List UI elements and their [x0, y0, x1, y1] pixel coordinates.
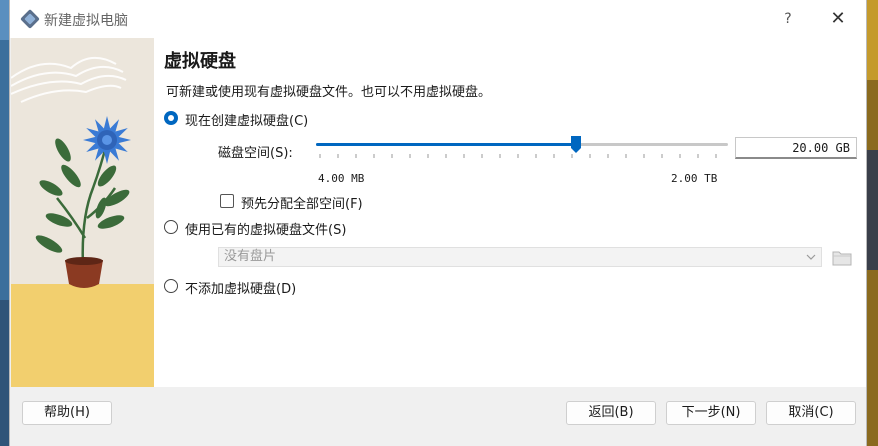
slider-min-label: 4.00 MB: [318, 172, 365, 185]
page-title: 虚拟硬盘: [164, 51, 236, 72]
radio-use-existing-disk-label[interactable]: 使用已有的虚拟硬盘文件(S): [185, 219, 346, 238]
window-title: 新建虚拟电脑: [44, 13, 128, 29]
help-button[interactable]: 帮助(H): [22, 401, 112, 425]
existing-disk-select-value: 没有盘片: [224, 249, 277, 264]
help-icon[interactable]: ?: [770, 0, 806, 38]
wizard-illustration: [11, 38, 154, 387]
slider-max-label: 2.00 TB: [671, 172, 718, 185]
slider-handle: [571, 136, 581, 153]
radio-use-existing-disk[interactable]: [164, 220, 178, 234]
background-strip-right: [867, 0, 878, 446]
virtualbox-icon: [20, 9, 40, 29]
existing-disk-select[interactable]: 没有盘片: [218, 247, 822, 267]
chevron-down-icon: [806, 254, 816, 260]
radio-create-new-disk[interactable]: [164, 111, 178, 125]
radio-no-disk[interactable]: [164, 279, 178, 293]
radio-no-disk-label[interactable]: 不添加虚拟硬盘(D): [185, 278, 296, 297]
disk-size-input[interactable]: 20.00 GB: [735, 137, 857, 159]
next-button[interactable]: 下一步(N): [666, 401, 756, 425]
page-description: 可新建或使用现有虚拟硬盘文件。也可以不用虚拟硬盘。: [166, 85, 492, 100]
radio-create-new-disk-label[interactable]: 现在创建虚拟硬盘(C): [185, 110, 308, 129]
back-button[interactable]: 返回(B): [566, 401, 656, 425]
cancel-button[interactable]: 取消(C): [766, 401, 856, 425]
disk-size-slider[interactable]: [316, 134, 728, 160]
new-vm-dialog: 新建虚拟电脑 ? ✕ 虚拟硬盘 可新建或使用现有虚拟硬盘文件。也可以不用虚拟硬盘…: [9, 0, 867, 446]
folder-icon[interactable]: [831, 246, 853, 268]
preallocate-label[interactable]: 预先分配全部空间(F): [241, 193, 363, 212]
title-bar: 新建虚拟电脑 ? ✕: [10, 0, 866, 38]
close-icon[interactable]: ✕: [818, 0, 858, 38]
preallocate-checkbox[interactable]: [220, 194, 234, 208]
disk-size-label: 磁盘空间(S):: [218, 146, 293, 161]
background-strip-left: [0, 0, 9, 446]
wizard-page: 虚拟硬盘 可新建或使用现有虚拟硬盘文件。也可以不用虚拟硬盘。 现在创建虚拟硬盘(…: [154, 38, 866, 387]
